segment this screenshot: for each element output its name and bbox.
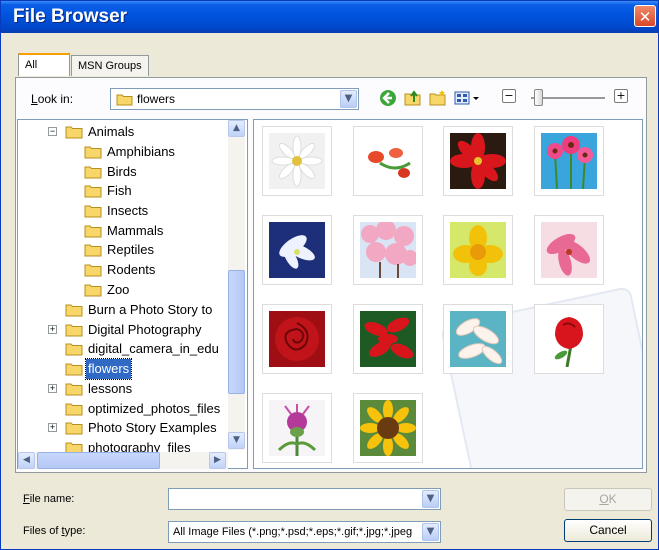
look-in-label-accel: L	[31, 92, 38, 106]
folder-icon	[65, 403, 83, 416]
scroll-right-button[interactable]: ▶	[209, 452, 226, 469]
folder-tree[interactable]: − Animals Amphibians Birds Fish Insects …	[17, 119, 248, 469]
tree-item-label: Burn a Photo Story to	[88, 302, 213, 317]
scroll-thumb[interactable]	[228, 270, 245, 394]
view-menu-icon[interactable]	[453, 89, 483, 109]
folder-icon	[65, 324, 83, 337]
tree-item-label: Birds	[107, 164, 137, 179]
file-name-dropdown-button[interactable]: ▼	[422, 490, 439, 508]
file-type-combobox[interactable]: All Image Files (*.png;*.psd;*.eps;*.gif…	[168, 521, 441, 543]
file-browser-window: File Browser ✕ All Files MSN Groups Look…	[0, 0, 659, 550]
folder-icon	[84, 146, 102, 159]
folder-icon	[65, 422, 83, 435]
thumbnail-purple-thistle[interactable]	[262, 393, 332, 463]
new-folder-icon[interactable]	[428, 89, 448, 109]
tree-item-label: Zoo	[107, 282, 130, 297]
open-folder-icon	[65, 363, 83, 376]
thumbnail-red-rose-bud[interactable]	[534, 304, 604, 374]
zoom-slider-thumb[interactable]	[534, 89, 543, 106]
thumbnail-pink-blossom-tree[interactable]	[353, 215, 423, 285]
thumbnail-red-poinsettia[interactable]	[443, 126, 513, 196]
tree-item-label: Insects	[107, 203, 149, 218]
collapse-icon[interactable]: −	[48, 127, 57, 136]
look-in-label-text: ook in:	[37, 92, 74, 106]
folder-icon	[65, 304, 83, 317]
file-name-label-text: ile name:	[29, 493, 75, 505]
thumbnail-sunflower[interactable]	[353, 393, 423, 463]
files-of-type-label-rest: ype:	[64, 525, 86, 537]
tree-item-label: flowers	[84, 358, 133, 380]
tree-item-label: Rodents	[107, 262, 156, 277]
tree-item-label: Fish	[107, 183, 132, 198]
expand-icon[interactable]: +	[48, 423, 57, 432]
folder-icon	[84, 225, 102, 238]
scroll-left-button[interactable]: ◀	[18, 452, 35, 469]
thumbnail-pink-lily[interactable]	[534, 215, 604, 285]
up-folder-icon[interactable]	[403, 89, 423, 109]
thumbnail-white-lilies[interactable]	[443, 304, 513, 374]
scroll-up-button[interactable]: ▲	[228, 120, 245, 137]
look-in-value: flowers	[137, 92, 176, 106]
scroll-down-button[interactable]: ▼	[228, 432, 245, 449]
close-button[interactable]: ✕	[634, 5, 656, 27]
file-name-label: File name:	[23, 493, 74, 505]
tab-msn-groups[interactable]: MSN Groups	[71, 55, 149, 76]
thumbnail-yellow-daffodil[interactable]	[443, 215, 513, 285]
thumbnail-grid[interactable]	[253, 119, 643, 469]
files-of-type-label-text: Files of	[23, 525, 62, 537]
thumbnail-red-poinsettias[interactable]	[353, 304, 423, 374]
tree-vertical-scrollbar[interactable]: ▲ ▼	[228, 120, 245, 450]
scroll-thumb[interactable]	[37, 452, 160, 469]
folder-icon	[84, 166, 102, 179]
title-bar[interactable]: File Browser ✕	[1, 1, 658, 33]
tree-item-label: lessons	[88, 381, 133, 396]
thumbnail-pink-gerberas[interactable]	[534, 126, 604, 196]
tree-horizontal-scrollbar[interactable]: ◀ ▶	[18, 452, 228, 469]
thumbnail-white-flower-blue[interactable]	[262, 215, 332, 285]
zoom-in-button[interactable]: +	[614, 89, 628, 103]
zoom-out-button[interactable]: −	[502, 89, 516, 103]
files-of-type-label: Files of type:	[23, 525, 85, 537]
thumbnail-red-tulips[interactable]	[353, 126, 423, 196]
folder-icon	[65, 343, 83, 356]
tree-item-label: Animals	[88, 124, 135, 139]
tree-item-label: optimized_photos_files	[88, 401, 221, 416]
thumbnail-red-rose[interactable]	[262, 304, 332, 374]
file-name-combobox[interactable]: ▼	[168, 488, 441, 510]
folder-icon	[84, 185, 102, 198]
expand-icon[interactable]: +	[48, 325, 57, 334]
look-in-dropdown-button[interactable]: ▼	[340, 90, 357, 108]
folder-icon	[65, 126, 83, 139]
tree-item-label: Amphibians	[107, 144, 175, 159]
tab-all-files[interactable]: All Files	[18, 53, 70, 91]
look-in-combobox[interactable]: flowers ▼	[110, 88, 359, 110]
tree-item-label: digital_camera_in_edu	[88, 341, 219, 356]
ok-button[interactable]: OK	[564, 488, 652, 511]
tree-item-label: Reptiles	[107, 242, 154, 257]
folder-icon	[65, 383, 83, 396]
file-name-label-accel: F	[23, 493, 30, 505]
thumbnail-white-daisy[interactable]	[262, 126, 332, 196]
tree-item-label: Photo Story Examples	[88, 420, 217, 435]
ok-button-label: K	[608, 492, 617, 506]
expand-icon[interactable]: +	[48, 384, 57, 393]
back-arrow-icon[interactable]	[378, 89, 398, 109]
window-title: File Browser	[13, 6, 128, 27]
folder-icon	[84, 284, 102, 297]
tree-item-label: Mammals	[107, 223, 164, 238]
folder-icon	[84, 244, 102, 257]
folder-icon	[84, 264, 102, 277]
file-type-dropdown-button[interactable]: ▼	[422, 523, 439, 541]
folder-icon	[116, 94, 133, 106]
tree-item-label: Digital Photography	[88, 322, 202, 337]
folder-icon	[84, 205, 102, 218]
ok-button-accel: O	[599, 492, 609, 506]
cancel-button[interactable]: Cancel	[564, 519, 652, 542]
file-type-value: All Image Files (*.png;*.psd;*.eps;*.gif…	[173, 526, 413, 538]
look-in-label: Look in:	[31, 92, 73, 106]
